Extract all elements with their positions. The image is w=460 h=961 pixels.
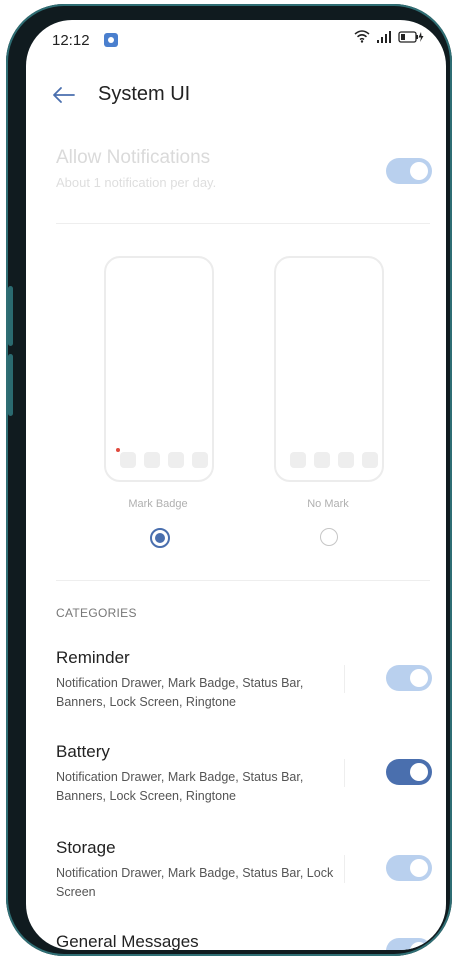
dock-app	[116, 448, 136, 468]
category-title: Reminder	[56, 648, 130, 667]
divider	[56, 223, 430, 224]
category-subtitle: Notification Drawer, Mark Badge, Status …	[56, 676, 304, 709]
status-bar: 12:12	[26, 20, 446, 60]
divider	[56, 580, 430, 581]
category-storage[interactable]: Storage Notification Drawer, Mark Badge,…	[56, 838, 436, 902]
mark-badge-radio[interactable]	[150, 528, 170, 548]
app-notification-icon	[104, 33, 118, 47]
category-subtitle: Notification Drawer, Mark Badge, Status …	[56, 866, 334, 899]
categories-header: CATEGORIES	[56, 606, 137, 620]
battery-charging-icon	[398, 30, 424, 43]
dock-app	[338, 452, 354, 468]
category-title: Storage	[56, 838, 116, 857]
general-messages-toggle[interactable]	[386, 938, 432, 950]
status-time: 12:12	[52, 32, 90, 49]
vertical-divider	[344, 665, 345, 693]
toggle-knob	[410, 162, 428, 180]
volume-up-button	[8, 286, 13, 346]
toggle-knob	[410, 942, 428, 950]
category-subtitle: Notification Drawer, Mark Badge, Status …	[56, 770, 304, 803]
badge-dot	[116, 448, 120, 452]
vertical-divider	[344, 759, 345, 787]
signal-icon	[377, 30, 391, 43]
toggle-knob	[410, 763, 428, 781]
dock-app	[192, 452, 208, 468]
storage-toggle[interactable]	[386, 855, 432, 881]
allow-notifications-subtitle: About 1 notification per day.	[56, 175, 217, 190]
category-battery[interactable]: Battery Notification Drawer, Mark Badge,…	[56, 742, 436, 806]
wifi-icon	[354, 30, 370, 43]
dock-app	[144, 452, 160, 468]
dock	[290, 452, 378, 468]
phone-frame: 12:12 System UI Allow Notifications Abou…	[6, 4, 452, 956]
category-title: General Messages	[56, 932, 199, 950]
reminder-toggle[interactable]	[386, 665, 432, 691]
page-title: System UI	[98, 83, 191, 105]
screen: 12:12 System UI Allow Notifications Abou…	[26, 20, 446, 950]
mark-badge-preview[interactable]	[104, 256, 214, 482]
dock-app	[168, 452, 184, 468]
no-mark-radio[interactable]	[320, 528, 338, 546]
allow-notifications-row: Allow Notifications About 1 notification…	[56, 147, 436, 190]
mark-badge-label: Mark Badge	[128, 498, 188, 510]
volume-down-button	[8, 354, 13, 416]
arrow-left-icon[interactable]	[52, 86, 76, 104]
allow-notifications-toggle[interactable]	[386, 158, 432, 184]
battery-toggle[interactable]	[386, 759, 432, 785]
dock-app	[314, 452, 330, 468]
no-mark-preview[interactable]	[274, 256, 384, 482]
toggle-knob	[410, 669, 428, 687]
dock-app	[290, 452, 306, 468]
category-general-messages[interactable]: General Messages	[56, 932, 436, 950]
dock-app	[362, 452, 378, 468]
allow-notifications-title: Allow Notifications	[56, 147, 211, 168]
status-icons	[354, 30, 424, 43]
category-reminder[interactable]: Reminder Notification Drawer, Mark Badge…	[56, 648, 436, 712]
category-title: Battery	[56, 742, 110, 761]
no-mark-label: No Mark	[307, 498, 349, 510]
dock	[116, 448, 208, 468]
toggle-knob	[410, 859, 428, 877]
vertical-divider	[344, 855, 345, 883]
